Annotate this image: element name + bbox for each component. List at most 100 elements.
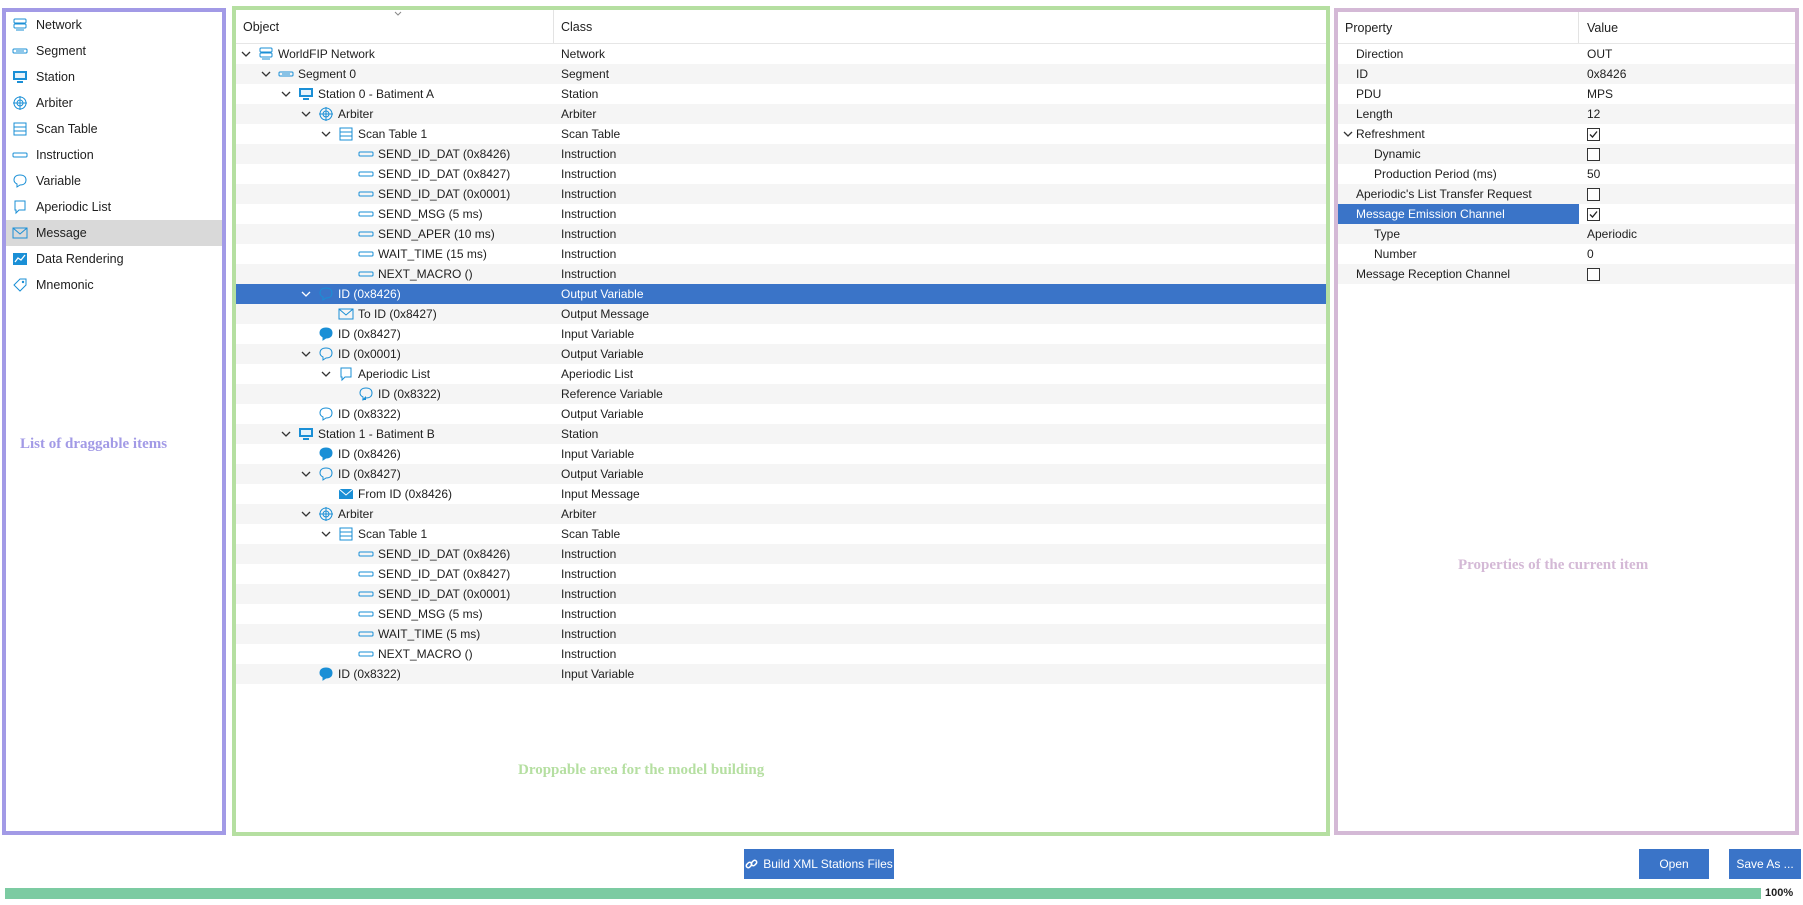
tree-row[interactable]: ID (0x0001) Output Variable — [236, 344, 1326, 364]
draggable-item[interactable]: Arbiter — [6, 90, 222, 116]
property-row[interactable]: ID 0x8426 — [1338, 64, 1795, 84]
model-tree-panel[interactable]: Object Class WorldFIP Network Network Segm… — [232, 6, 1330, 836]
property-value[interactable]: 12 — [1587, 107, 1600, 121]
chevron-down-icon[interactable] — [321, 129, 331, 139]
property-row[interactable]: Number 0 — [1338, 244, 1795, 264]
chevron-down-icon[interactable] — [1343, 129, 1353, 139]
tree-row[interactable]: ID (0x8426) Output Variable — [236, 284, 1326, 304]
property-value[interactable]: OUT — [1587, 47, 1612, 61]
property-row[interactable]: PDU MPS — [1338, 84, 1795, 104]
draggable-item[interactable]: Scan Table — [6, 116, 222, 142]
properties-header-property[interactable]: Property — [1338, 12, 1579, 43]
expander[interactable] — [300, 288, 312, 300]
property-row[interactable]: Dynamic — [1338, 144, 1795, 164]
tree-row[interactable]: WAIT_TIME (5 ms) Instruction — [236, 624, 1326, 644]
tree-row[interactable]: ID (0x8427) Input Variable — [236, 324, 1326, 344]
expander[interactable] — [300, 508, 312, 520]
expander[interactable] — [1342, 128, 1354, 140]
property-row[interactable]: Refreshment — [1338, 124, 1795, 144]
tree-row[interactable]: To ID (0x8427) Output Message — [236, 304, 1326, 324]
tree-row[interactable]: Arbiter Arbiter — [236, 504, 1326, 524]
tree-header-class[interactable]: Class — [554, 10, 1326, 43]
chevron-down-icon[interactable] — [301, 109, 311, 119]
save-as-button[interactable]: Save As ... — [1729, 849, 1801, 879]
chevron-down-icon[interactable] — [261, 69, 271, 79]
tree-row[interactable]: ID (0x8322) Input Variable — [236, 664, 1326, 684]
draggable-item[interactable]: Mnemonic — [6, 272, 222, 298]
expander[interactable] — [300, 348, 312, 360]
tree-row[interactable]: WAIT_TIME (15 ms) Instruction — [236, 244, 1326, 264]
tree-row[interactable]: From ID (0x8426) Input Message — [236, 484, 1326, 504]
expander[interactable] — [240, 48, 252, 60]
expander[interactable] — [300, 108, 312, 120]
tree-row[interactable]: NEXT_MACRO () Instruction — [236, 644, 1326, 664]
draggable-item[interactable]: Data Rendering — [6, 246, 222, 272]
chevron-down-icon[interactable] — [301, 349, 311, 359]
property-value[interactable]: 50 — [1587, 167, 1600, 181]
tree-row[interactable]: Arbiter Arbiter — [236, 104, 1326, 124]
tree-row[interactable]: NEXT_MACRO () Instruction — [236, 264, 1326, 284]
open-button[interactable]: Open — [1639, 849, 1709, 879]
draggable-item[interactable]: Aperiodic List — [6, 194, 222, 220]
sort-caret-icon[interactable] — [394, 11, 402, 17]
property-row[interactable]: Direction OUT — [1338, 44, 1795, 64]
draggable-item[interactable]: Segment — [6, 38, 222, 64]
property-row[interactable]: Aperiodic's List Transfer Request — [1338, 184, 1795, 204]
property-value[interactable]: 0 — [1587, 247, 1594, 261]
tree-row[interactable]: ID (0x8426) Input Variable — [236, 444, 1326, 464]
property-checkbox[interactable] — [1587, 207, 1600, 221]
tree-row[interactable]: SEND_APER (10 ms) Instruction — [236, 224, 1326, 244]
property-row[interactable]: Message Emission Channel — [1338, 204, 1795, 224]
tree-row[interactable]: SEND_ID_DAT (0x0001) Instruction — [236, 584, 1326, 604]
chevron-down-icon[interactable] — [241, 49, 251, 59]
expander[interactable] — [320, 368, 332, 380]
chevron-down-icon[interactable] — [321, 529, 331, 539]
chevron-down-icon[interactable] — [301, 509, 311, 519]
tree-row[interactable]: SEND_MSG (5 ms) Instruction — [236, 204, 1326, 224]
property-value[interactable]: 0x8426 — [1587, 67, 1626, 81]
expander[interactable] — [320, 528, 332, 540]
tree-row[interactable]: Station 0 - Batiment A Station — [236, 84, 1326, 104]
expander[interactable] — [260, 68, 272, 80]
property-value[interactable]: Aperiodic — [1587, 227, 1637, 241]
tree-row[interactable]: WorldFIP Network Network — [236, 44, 1326, 64]
draggable-item[interactable]: Station — [6, 64, 222, 90]
tree-row[interactable]: Aperiodic List Aperiodic List — [236, 364, 1326, 384]
tree-row[interactable]: SEND_ID_DAT (0x8426) Instruction — [236, 144, 1326, 164]
expander[interactable] — [300, 468, 312, 480]
tree-row[interactable]: Segment 0 Segment — [236, 64, 1326, 84]
draggable-item[interactable]: Variable — [6, 168, 222, 194]
properties-header-value[interactable]: Value — [1579, 12, 1795, 43]
property-checkbox[interactable] — [1587, 127, 1600, 141]
chevron-down-icon[interactable] — [301, 469, 311, 479]
tree-row[interactable]: SEND_ID_DAT (0x8427) Instruction — [236, 164, 1326, 184]
expander[interactable] — [280, 88, 292, 100]
property-row[interactable]: Production Period (ms) 50 — [1338, 164, 1795, 184]
tree-row[interactable]: SEND_ID_DAT (0x8427) Instruction — [236, 564, 1326, 584]
tree-row[interactable]: Station 1 - Batiment B Station — [236, 424, 1326, 444]
tree-row[interactable]: ID (0x8322) Reference Variable — [236, 384, 1326, 404]
property-value[interactable]: MPS — [1587, 87, 1613, 101]
tree-row[interactable]: SEND_ID_DAT (0x8426) Instruction — [236, 544, 1326, 564]
expander[interactable] — [280, 428, 292, 440]
property-checkbox[interactable] — [1587, 187, 1600, 201]
draggable-item[interactable]: Instruction — [6, 142, 222, 168]
chevron-down-icon[interactable] — [281, 429, 291, 439]
tree-row[interactable]: ID (0x8427) Output Variable — [236, 464, 1326, 484]
tree-row[interactable]: Scan Table 1 Scan Table — [236, 124, 1326, 144]
tree-row[interactable]: SEND_MSG (5 ms) Instruction — [236, 604, 1326, 624]
chevron-down-icon[interactable] — [301, 289, 311, 299]
property-checkbox[interactable] — [1587, 267, 1600, 281]
build-xml-button[interactable]: Build XML Stations Files — [744, 849, 894, 879]
expander[interactable] — [320, 128, 332, 140]
tree-row[interactable]: Scan Table 1 Scan Table — [236, 524, 1326, 544]
chevron-down-icon[interactable] — [321, 369, 331, 379]
property-row[interactable]: Type Aperiodic — [1338, 224, 1795, 244]
draggable-item[interactable]: Network — [6, 12, 222, 38]
property-checkbox[interactable] — [1587, 147, 1600, 161]
draggable-item[interactable]: Message — [6, 220, 222, 246]
tree-row[interactable]: ID (0x8322) Output Variable — [236, 404, 1326, 424]
tree-row[interactable]: SEND_ID_DAT (0x0001) Instruction — [236, 184, 1326, 204]
property-row[interactable]: Message Reception Channel — [1338, 264, 1795, 284]
property-row[interactable]: Length 12 — [1338, 104, 1795, 124]
